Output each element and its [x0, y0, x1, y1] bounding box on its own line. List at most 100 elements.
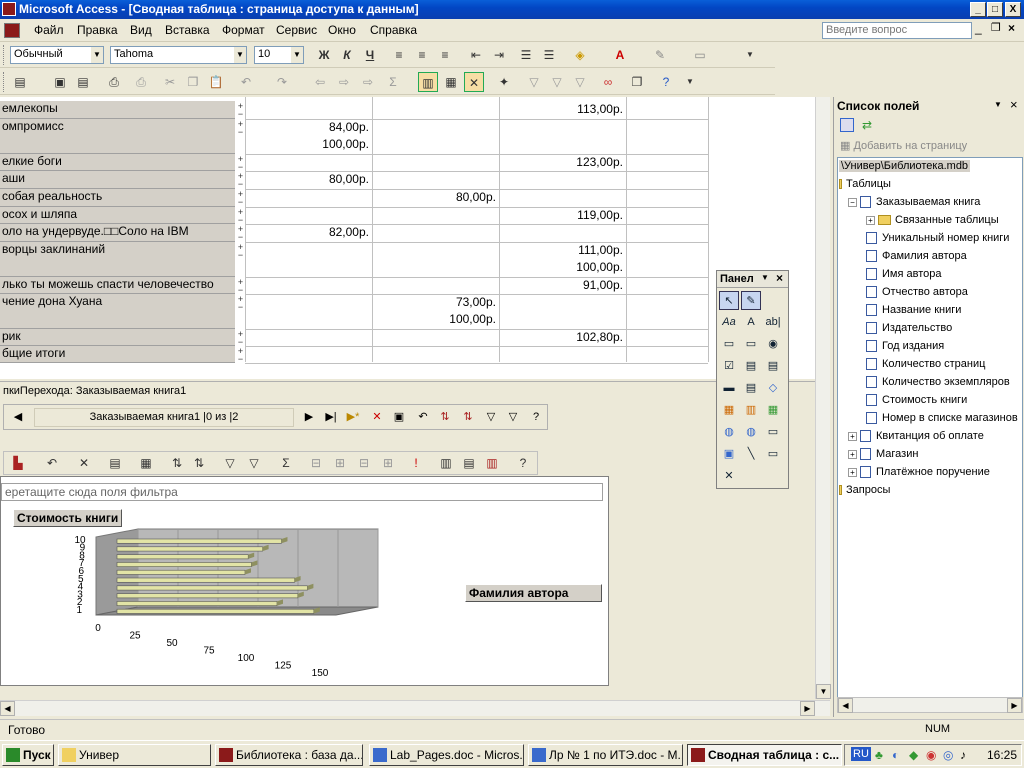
pivot-cell[interactable]: 102,80р. — [499, 330, 626, 344]
tray-icon[interactable]: ♣ — [875, 748, 883, 762]
expand-collapse-icon[interactable]: + − — [236, 120, 245, 137]
numbered-list-icon[interactable]: ☰ — [516, 45, 536, 65]
field-list-icon[interactable]: ▥ — [436, 453, 456, 473]
books-icon[interactable]: ▥ — [482, 453, 502, 473]
tree-node-field[interactable]: Количество страниц — [866, 358, 985, 371]
doc-close-icon[interactable]: × — [1008, 21, 1015, 35]
tree-node-table[interactable]: + Магазин — [848, 448, 918, 461]
autofilter-icon[interactable]: ▽ — [220, 453, 240, 473]
chevron-down-icon[interactable]: ▼ — [234, 47, 246, 63]
sort-descending-icon[interactable]: ⇅ — [189, 453, 209, 473]
menu-tools[interactable]: Сервис — [276, 23, 317, 37]
tree-node-table[interactable]: − Заказываемая книга — [848, 196, 980, 209]
toolbar-options-icon[interactable]: ▼ — [680, 72, 700, 92]
tray-icon[interactable]: ◆ — [909, 748, 918, 762]
field-list-scrollbar[interactable]: ◀ ▶ — [837, 697, 1023, 713]
start-button[interactable]: Пуск — [2, 744, 54, 766]
pointer-tool-icon[interactable]: ↖ — [719, 291, 739, 310]
pivot-row-label[interactable]: емлекопы — [0, 101, 235, 119]
image-tool-icon[interactable]: ▣ — [719, 445, 739, 464]
pivot-cell[interactable]: 100,00р. — [372, 312, 499, 326]
chevron-down-icon[interactable]: ▼ — [291, 47, 303, 63]
menu-window[interactable]: Окно — [328, 23, 356, 37]
filter-icon[interactable]: ▽ — [524, 72, 544, 92]
decrease-indent-icon[interactable]: ⇤ — [466, 45, 486, 65]
toolbox-title-bar[interactable]: Панел ▼ × — [717, 271, 788, 288]
tree-node-field[interactable]: Название книги — [866, 304, 961, 317]
task-pivot-table[interactable]: Сводная таблица : с... — [687, 744, 842, 766]
tree-node-field[interactable]: Количество экземпляров — [866, 376, 1010, 389]
tray-icon[interactable]: ◎ — [943, 748, 953, 762]
expand-icon[interactable]: + — [848, 467, 857, 477]
pivot-row-label[interactable]: осох и шляпа — [0, 207, 235, 224]
print-icon[interactable]: ⎙ — [131, 72, 151, 92]
close-icon[interactable]: × — [1010, 97, 1018, 112]
pivot-cell[interactable]: 73,00р. — [372, 295, 499, 309]
doc-restore-icon[interactable]: ❐ — [991, 21, 1001, 34]
chevron-down-icon[interactable]: ▼ — [761, 273, 769, 282]
scroll-right-icon[interactable]: ▶ — [1007, 698, 1022, 713]
menu-insert[interactable]: Вставка — [165, 23, 210, 37]
chevron-down-icon[interactable]: ▼ — [994, 100, 1002, 109]
collapse-icon[interactable]: ⊟ — [306, 453, 326, 473]
underline-button[interactable]: Ч — [360, 45, 380, 65]
pivot-cell[interactable]: 111,00р. — [499, 243, 626, 257]
promote-icon[interactable]: ⇦ — [310, 72, 330, 92]
font-combo[interactable]: Tahoma ▼ — [110, 46, 247, 64]
help-icon[interactable]: ? — [527, 408, 545, 427]
add-to-page-button[interactable]: ▦ Добавить на страницу — [840, 139, 967, 152]
toolbox-icon[interactable]: ✕ — [464, 72, 484, 92]
minimize-button[interactable]: _ — [970, 2, 986, 17]
expand-collapse-icon[interactable]: + − — [236, 155, 245, 172]
tree-node-field[interactable]: Уникальный номер книги — [866, 232, 1009, 245]
pivot-cell[interactable]: 80,00р. — [245, 172, 372, 186]
collapse-icon[interactable]: − — [848, 197, 857, 207]
menu-file[interactable]: Файл — [34, 23, 64, 37]
sort-descending-icon[interactable]: ⇅ — [459, 408, 477, 427]
align-center-icon[interactable]: ≡ — [412, 45, 432, 65]
series-field-button[interactable]: Фамилия автора — [465, 584, 602, 602]
view-icon[interactable]: ▤ — [10, 72, 30, 92]
expand-collapse-icon[interactable]: + − — [236, 172, 245, 189]
close-icon[interactable]: × — [776, 271, 783, 285]
bulleted-list-icon[interactable]: ☰ — [539, 45, 559, 65]
pivot-row-label[interactable]: рик — [0, 329, 235, 346]
properties-icon[interactable]: ▤ — [105, 453, 125, 473]
office-pivottable-icon[interactable]: ▦ — [719, 401, 739, 420]
print-preview-icon[interactable]: ⎙ — [104, 72, 124, 92]
tree-node-field[interactable]: Отчество автора — [866, 286, 968, 299]
access-app-icon[interactable] — [2, 2, 16, 16]
textbox-tool-icon[interactable]: ab| — [763, 313, 783, 332]
menu-view[interactable]: Вид — [130, 23, 152, 37]
font-color-icon[interactable]: A — [610, 45, 630, 65]
scroll-down-icon[interactable]: ▼ — [816, 684, 831, 699]
tree-node-field[interactable]: Номер в списке магазинов — [866, 412, 1018, 425]
autocalc-icon[interactable]: Σ — [276, 453, 296, 473]
undo-record-icon[interactable]: ↶ — [414, 408, 432, 427]
italic-button[interactable]: К — [337, 45, 357, 65]
tree-node-folder[interactable]: + Связанные таблицы — [866, 214, 999, 226]
expand-collapse-icon[interactable]: + − — [236, 208, 245, 225]
menu-help[interactable]: Справка — [370, 23, 417, 37]
sort-ascending-icon[interactable]: ⇅ — [167, 453, 187, 473]
ask-question-input[interactable]: Введите вопрос — [822, 22, 972, 39]
pivot-cell[interactable]: 113,00р. — [499, 102, 626, 116]
expand-collapse-icon[interactable]: + − — [236, 347, 245, 364]
pivot-cell[interactable]: 84,00р. — [245, 120, 372, 134]
bound-html-icon[interactable]: A — [741, 313, 761, 332]
rectangle-tool-icon[interactable]: ▭ — [763, 445, 783, 464]
pivot-row-label[interactable]: елкие боги — [0, 154, 235, 171]
chevron-down-icon[interactable]: ▼ — [91, 47, 103, 63]
save-icon[interactable]: ▣ — [50, 72, 70, 92]
maximize-button[interactable]: □ — [987, 2, 1003, 17]
image-hyperlink-icon[interactable]: ◍ — [741, 423, 761, 442]
expand-collapse-icon[interactable]: + − — [236, 295, 245, 312]
align-right-icon[interactable]: ≡ — [435, 45, 455, 65]
remove-filter-icon[interactable]: ▽ — [570, 72, 590, 92]
bold-button[interactable]: Ж — [314, 45, 334, 65]
export-icon[interactable]: ▦ — [136, 453, 156, 473]
toolbar-grip[interactable] — [3, 72, 6, 92]
expand-collapse-icon[interactable]: + − — [236, 102, 245, 119]
properties-icon[interactable]: ▦ — [441, 72, 461, 92]
save-record-icon[interactable]: ▣ — [390, 408, 408, 427]
